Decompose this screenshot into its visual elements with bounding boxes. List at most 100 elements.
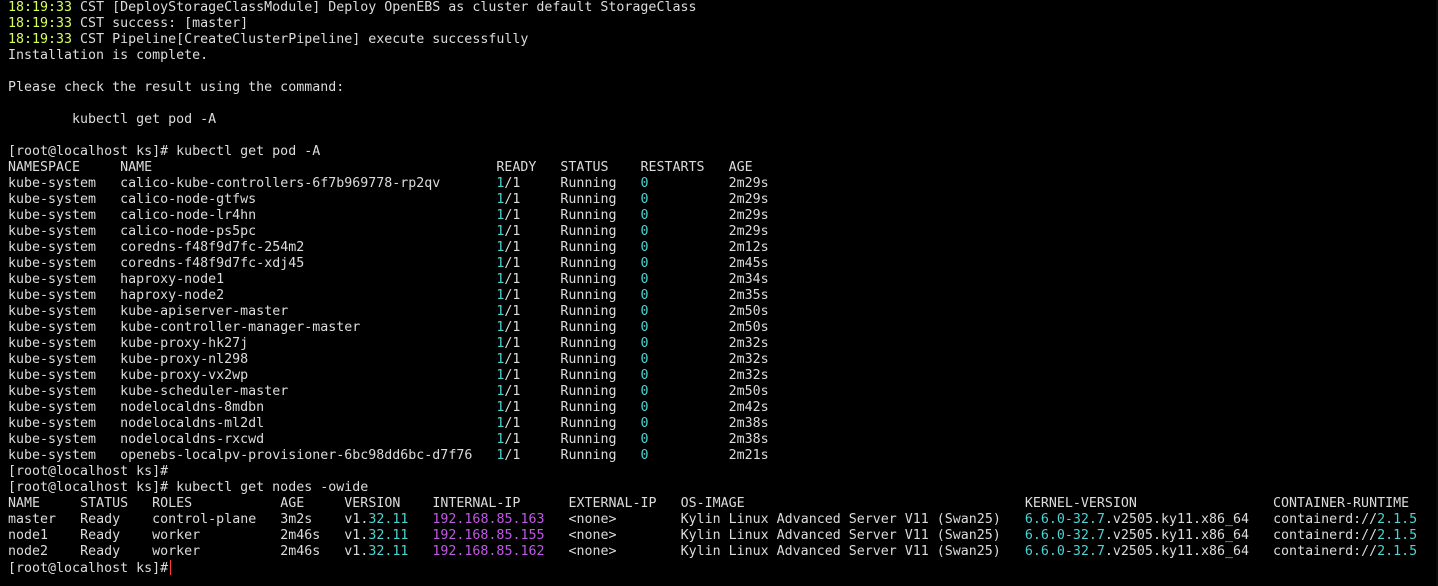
log-message: CST Pipeline[CreateClusterPipeline] exec…: [72, 32, 529, 47]
pod-name: kube-proxy-vx2wp: [120, 368, 249, 383]
column-header: ROLES: [152, 496, 193, 511]
column-header: EXTERNAL-IP: [568, 496, 657, 511]
pod-age: 2m42s: [728, 400, 769, 415]
log-message: CST [DeployStorageClassModule] Deploy Op…: [72, 0, 697, 15]
pod-name: openebs-localpv-provisioner-6bc98dd6bc-d…: [120, 448, 473, 463]
node-name: node1: [8, 528, 49, 543]
table-row: kube-system haproxy-node2 1/1 Running 0 …: [8, 288, 1417, 304]
install-complete-text: Installation is complete.: [8, 48, 209, 63]
pod-namespace: kube-system: [8, 224, 97, 239]
table-row: kube-system openebs-localpv-provisioner-…: [8, 448, 1417, 464]
terminal-window[interactable]: 18:19:33 CST [DeployStorageClassModule] …: [0, 0, 1438, 586]
pod-status: Running: [560, 416, 617, 431]
pod-name: kube-controller-manager-master: [120, 320, 361, 335]
log-timestamp: 18:19:33: [8, 16, 73, 31]
column-header: NAME: [8, 496, 41, 511]
pod-name: calico-kube-controllers-6f7b969778-rp2qv: [120, 176, 441, 191]
check-message: Please check the result using the comman…: [8, 80, 345, 95]
pod-status: Running: [560, 176, 617, 191]
node-status: Ready: [80, 528, 121, 543]
node-runtime: containerd://: [1273, 544, 1378, 559]
pod-age: 2m34s: [728, 272, 769, 287]
pod-namespace: kube-system: [8, 400, 97, 415]
pod-age: 2m38s: [728, 432, 769, 447]
shell-prompt: [root@localhost ks]#: [8, 464, 169, 479]
pod-ready-total: /1: [504, 288, 521, 303]
pod-ready-total: /1: [504, 448, 521, 463]
pod-status: Running: [560, 288, 617, 303]
column-header: NAMESPACE: [8, 160, 81, 175]
table-row: master Ready control-plane 3m2s v1.32.11…: [8, 512, 1417, 528]
node-version-prefix: v1.: [344, 528, 369, 543]
pod-namespace: kube-system: [8, 272, 97, 287]
node-internal-ip: 192.168.85.155: [432, 528, 545, 543]
node-os-image: Kylin Linux Advanced Server V11 (Swan25): [680, 528, 1001, 543]
table-row: kube-system haproxy-node1 1/1 Running 0 …: [8, 272, 1417, 288]
pod-status: Running: [560, 304, 617, 319]
table-row: kube-system kube-apiserver-master 1/1 Ru…: [8, 304, 1417, 320]
column-header: VERSION: [344, 496, 401, 511]
node-age: 3m2s: [280, 512, 313, 527]
pod-name: haproxy-node1: [120, 272, 225, 287]
pod-ready-total: /1: [504, 192, 521, 207]
pod-age: 2m32s: [728, 352, 769, 367]
shell-prompt: [root@localhost ks]#: [8, 561, 169, 576]
shell-prompt: [root@localhost ks]#: [8, 480, 169, 495]
pod-restarts: 0: [640, 352, 649, 367]
pod-ready-total: /1: [504, 256, 521, 271]
pod-age: 2m29s: [728, 192, 769, 207]
command-text: kubectl get pod -A: [168, 144, 321, 159]
pod-name: calico-node-ps5pc: [120, 224, 257, 239]
node-runtime: containerd://: [1273, 528, 1378, 543]
pod-age: 2m29s: [728, 224, 769, 239]
table-row: node1 Ready worker 2m46s v1.32.11 192.16…: [8, 528, 1417, 544]
column-header: AGE: [728, 160, 753, 175]
pod-age: 2m50s: [728, 384, 769, 399]
pod-name: nodelocaldns-rxcwd: [120, 432, 265, 447]
node-external-ip: <none>: [568, 544, 617, 559]
pod-name: haproxy-node2: [120, 288, 225, 303]
table-row: kube-system kube-proxy-nl298 1/1 Running…: [8, 352, 1417, 368]
pod-namespace: kube-system: [8, 320, 97, 335]
pod-restarts: 0: [640, 368, 649, 383]
log-line: 18:19:33 CST success: [master]: [8, 16, 1417, 32]
pod-name: calico-node-lr4hn: [120, 208, 257, 223]
pod-restarts: 0: [640, 272, 649, 287]
table-row: kube-system nodelocaldns-8mdbn 1/1 Runni…: [8, 400, 1417, 416]
column-header: OS-IMAGE: [680, 496, 745, 511]
log-timestamp: 18:19:33: [8, 0, 73, 15]
pod-restarts: 0: [640, 448, 649, 463]
pod-name: kube-proxy-nl298: [120, 352, 249, 367]
node-runtime-version: 2.1.5: [1377, 544, 1418, 559]
pod-ready-total: /1: [504, 272, 521, 287]
node-runtime: containerd://: [1273, 512, 1378, 527]
pod-age: 2m29s: [728, 208, 769, 223]
pod-namespace: kube-system: [8, 304, 97, 319]
pod-namespace: kube-system: [8, 192, 97, 207]
node-external-ip: <none>: [568, 528, 617, 543]
table-row: kube-system coredns-f48f9d7fc-254m2 1/1 …: [8, 240, 1417, 256]
node-kernel-version: 6.6.0-32.7: [1024, 544, 1105, 559]
pod-age: 2m45s: [728, 256, 769, 271]
pod-namespace: kube-system: [8, 240, 97, 255]
pod-restarts: 0: [640, 336, 649, 351]
text-cursor[interactable]: [170, 560, 172, 575]
pod-status: Running: [560, 192, 617, 207]
pod-status: Running: [560, 208, 617, 223]
node-name: node2: [8, 544, 49, 559]
pod-name: nodelocaldns-8mdbn: [120, 400, 265, 415]
command-line: [root@localhost ks]# kubectl get nodes -…: [8, 480, 1417, 496]
table-row: kube-system calico-node-lr4hn 1/1 Runnin…: [8, 208, 1417, 224]
pod-restarts: 0: [640, 384, 649, 399]
pod-restarts: 0: [640, 320, 649, 335]
pod-status: Running: [560, 384, 617, 399]
pod-ready-total: /1: [504, 176, 521, 191]
pod-ready-total: /1: [504, 352, 521, 367]
pod-namespace: kube-system: [8, 288, 97, 303]
node-version-prefix: v1.: [344, 544, 369, 559]
column-header: KERNEL-VERSION: [1024, 496, 1137, 511]
pod-ready-total: /1: [504, 400, 521, 415]
pod-age: 2m32s: [728, 368, 769, 383]
table-row: kube-system kube-scheduler-master 1/1 Ru…: [8, 384, 1417, 400]
